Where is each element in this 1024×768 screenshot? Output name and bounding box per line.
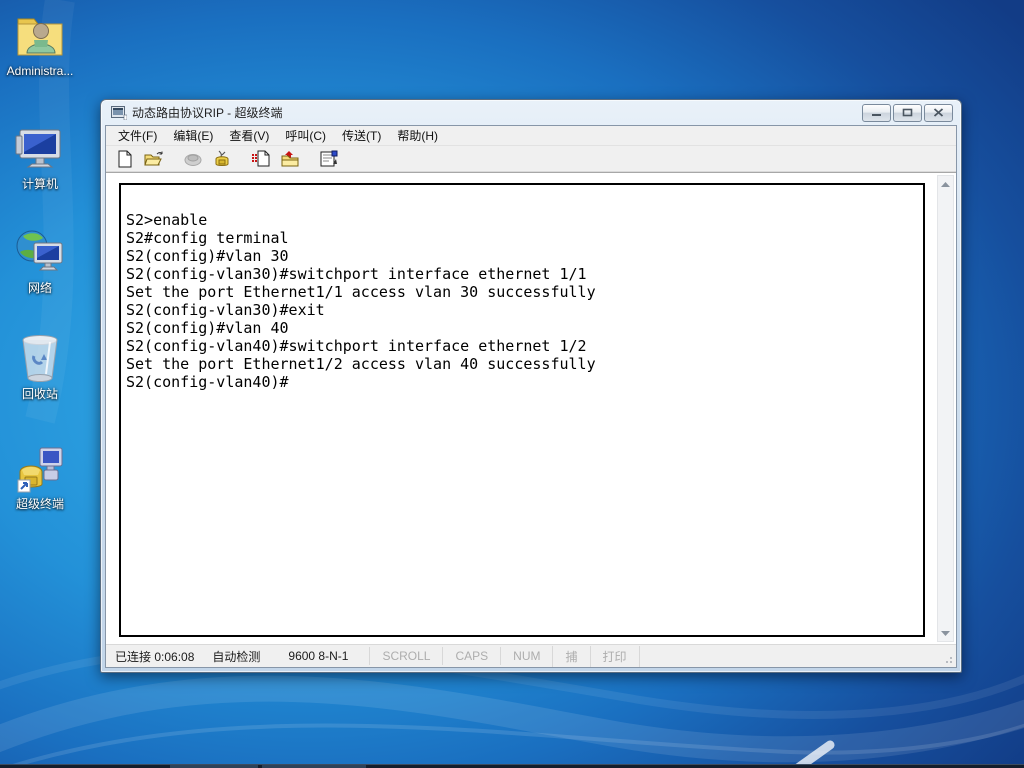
menu-view[interactable]: 查看(V): [221, 125, 277, 146]
open-file-icon: [144, 151, 163, 165]
terminal-line: Set the port Ethernet1/1 access vlan 30 …: [126, 283, 596, 301]
properties-button[interactable]: [318, 149, 340, 169]
maximize-icon: [902, 108, 913, 117]
call-icon: [184, 153, 202, 166]
hyperterminal-app-icon: [111, 105, 127, 120]
open-file-button[interactable]: [143, 149, 165, 169]
scroll-up-icon: [941, 181, 950, 187]
terminal-screen[interactable]: S2>enable S2#config terminal S2(config)#…: [119, 183, 925, 637]
network-icon: [16, 230, 63, 271]
terminal-line: S2(config-vlan30)#switchport interface e…: [126, 265, 587, 283]
close-icon: [933, 108, 944, 117]
new-file-button[interactable]: [114, 149, 136, 169]
hyperterminal-window: 动态路由协议RIP - 超级终端 文件(F) 编辑(E) 查看(V) 呼叫(C)…: [100, 99, 962, 673]
terminal-line: Set the port Ethernet1/2 access vlan 40 …: [126, 355, 596, 373]
user-folder-icon: [17, 18, 63, 56]
window-body: 文件(F) 编辑(E) 查看(V) 呼叫(C) 传送(T) 帮助(H) S2>e…: [105, 125, 957, 668]
hyperterminal-shortcut-icon: [17, 447, 63, 493]
terminal-client-area: S2>enable S2#config terminal S2(config)#…: [106, 172, 956, 644]
window-titlebar[interactable]: 动态路由协议RIP - 超级终端: [105, 100, 957, 125]
new-file-icon: [118, 150, 132, 167]
desktop-icon-label: 计算机: [21, 177, 58, 191]
menu-edit[interactable]: 编辑(E): [165, 125, 221, 146]
menu-transfer[interactable]: 传送(T): [334, 125, 389, 146]
status-caps: CAPS: [442, 647, 500, 665]
resize-grip[interactable]: [941, 652, 954, 665]
window-title: 动态路由协议RIP - 超级终端: [132, 106, 283, 120]
minimize-button[interactable]: [862, 103, 891, 122]
menu-help[interactable]: 帮助(H): [389, 125, 446, 146]
terminal-line: S2(config-vlan40)#switchport interface e…: [126, 337, 587, 355]
terminal-line: S2(config)#vlan 40: [126, 319, 289, 337]
receive-file-button[interactable]: [279, 149, 301, 169]
menu-call[interactable]: 呼叫(C): [277, 125, 334, 146]
close-button[interactable]: [924, 103, 953, 122]
desktop-icon-label: 超级终端: [15, 497, 64, 511]
send-file-icon: [252, 150, 270, 167]
desktop-icon-administrator[interactable]: Administra...: [2, 9, 78, 78]
send-file-button[interactable]: [250, 149, 272, 169]
status-baud: 9600 8-N-1: [288, 649, 349, 663]
hangup-icon: [215, 150, 229, 166]
properties-icon: [320, 150, 338, 167]
desktop-icon-hyperterminal[interactable]: 超级终端: [2, 442, 78, 511]
desktop-icon-computer[interactable]: 计算机: [2, 122, 78, 191]
desktop-icon-label: 网络: [27, 281, 52, 295]
status-print: 打印: [589, 645, 640, 667]
terminal-line: S2(config-vlan30)#exit: [126, 301, 325, 319]
desktop-icon-label: Administra...: [6, 64, 74, 78]
status-scroll: SCROLL: [369, 647, 442, 665]
desktop-icon-label: 回收站: [21, 387, 58, 401]
scroll-up-button[interactable]: [938, 176, 953, 192]
computer-icon: [15, 129, 61, 168]
recycle-bin-icon: [22, 335, 58, 382]
minimize-icon: [872, 114, 881, 116]
menu-bar: 文件(F) 编辑(E) 查看(V) 呼叫(C) 传送(T) 帮助(H): [106, 126, 956, 146]
terminal-line: S2(config-vlan40)#: [126, 373, 289, 391]
taskbar-edge[interactable]: [0, 764, 1024, 768]
scroll-down-icon: [941, 630, 950, 636]
status-num: NUM: [500, 647, 552, 665]
call-button[interactable]: [182, 149, 204, 169]
vertical-scrollbar[interactable]: [937, 175, 954, 642]
hangup-button[interactable]: [211, 149, 233, 169]
status-capture: 捕: [552, 645, 589, 667]
status-bar: 已连接 0:06:08 自动检测 9600 8-N-1 SCROLL CAPS …: [106, 644, 956, 667]
menu-file[interactable]: 文件(F): [110, 125, 165, 146]
desktop-icon-recycle-bin[interactable]: 回收站: [2, 332, 78, 401]
status-connection: 已连接 0:06:08: [115, 649, 195, 664]
terminal-line: S2(config)#vlan 30: [126, 247, 289, 265]
toolbar: [106, 146, 956, 172]
scroll-down-button[interactable]: [938, 625, 953, 641]
terminal-line: S2#config terminal: [126, 229, 289, 247]
desktop-icon-network[interactable]: 网络: [2, 226, 78, 295]
terminal-line: S2>enable: [126, 211, 208, 229]
maximize-button[interactable]: [893, 103, 922, 122]
receive-file-icon: [281, 151, 299, 167]
status-emulation: 自动检测: [212, 649, 261, 664]
